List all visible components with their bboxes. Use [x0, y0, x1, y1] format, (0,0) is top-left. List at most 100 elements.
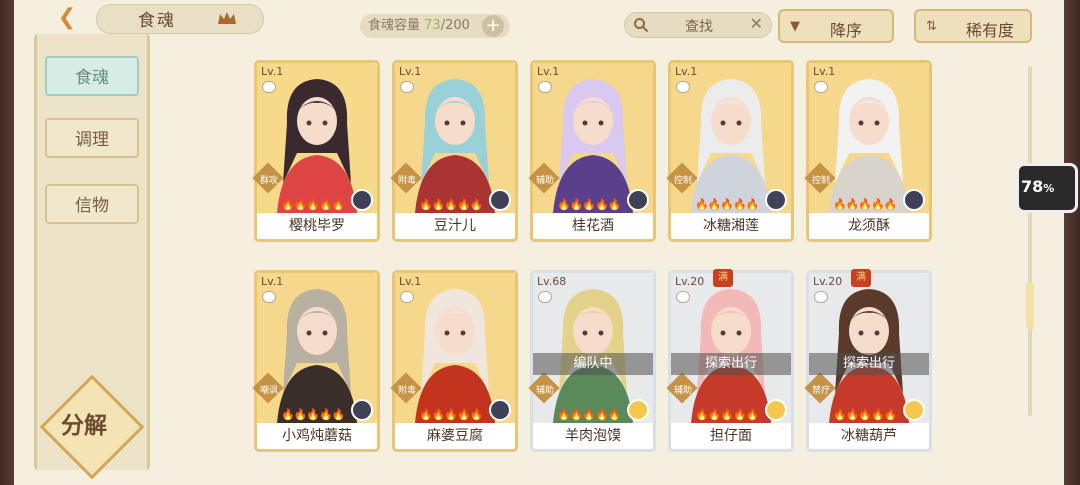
- page-title: 食魂: [138, 11, 176, 31]
- star-rank-icons: 🔥🔥🔥🔥🔥: [557, 408, 621, 421]
- sidebar-item-cultivate[interactable]: 调理: [45, 118, 139, 158]
- role-label: 控制: [673, 176, 692, 186]
- role-label: 辅助: [535, 386, 554, 396]
- swap-icon: ⇅: [926, 19, 937, 34]
- role-label: 附毒: [397, 176, 416, 186]
- food-soul-card[interactable]: Lv.68 辅助 🔥🔥🔥🔥🔥 羊肉泡馍 编队中: [528, 270, 656, 452]
- character-name: 麻婆豆腐: [427, 428, 483, 444]
- scrollbar-thumb[interactable]: [1026, 282, 1034, 330]
- level-label: Lv.1: [261, 275, 284, 288]
- character-name: 担仔面: [710, 428, 752, 444]
- food-soul-card[interactable]: Lv.1 控制 🔥🔥🔥🔥🔥 龙须酥: [804, 60, 932, 242]
- level-label: Lv.1: [261, 65, 284, 78]
- role-label: 辅助: [535, 176, 554, 186]
- screen-edge-left: [0, 0, 14, 485]
- star-rank-icons: 🔥🔥🔥🔥🔥: [557, 198, 621, 211]
- status-badge: 编队中: [533, 353, 653, 375]
- search-input[interactable]: 查找 ✕: [624, 12, 772, 38]
- crown-icon[interactable]: [216, 10, 238, 26]
- back-button[interactable]: ❮: [50, 4, 84, 32]
- level-label: Lv.20: [813, 275, 843, 288]
- star-rank-icons: 🔥🔥🔥🔥🔥: [695, 198, 759, 211]
- character-name: 樱桃毕罗: [289, 218, 345, 234]
- element-icon: [903, 399, 925, 421]
- top-bar: ❮ 食魂 食魂容量 73/200 + 查找 ✕ ▼ 降序 ⇅ 稀有度: [14, 0, 1064, 43]
- element-icon: [489, 399, 511, 421]
- sort-rarity-label: 稀有度: [966, 21, 1015, 40]
- role-label: 嘲讽: [259, 386, 278, 396]
- status-badge: 探索出行: [809, 353, 929, 375]
- role-label: 禁疗: [811, 386, 830, 396]
- star-rank-icons: 🔥🔥🔥🔥🔥: [281, 408, 345, 421]
- lock-icon[interactable]: [400, 81, 414, 93]
- sort-order-button[interactable]: ▼ 降序: [778, 9, 894, 43]
- role-label: 辅助: [673, 386, 692, 396]
- battery-unit: %: [1043, 182, 1055, 195]
- search-placeholder: 查找: [685, 19, 713, 35]
- full-badge: 满: [851, 269, 871, 287]
- lock-icon[interactable]: [262, 81, 276, 93]
- lock-icon[interactable]: [814, 81, 828, 93]
- character-name: 羊肉泡馍: [565, 428, 621, 444]
- food-soul-card[interactable]: Lv.1 群攻 🔥🔥🔥🔥🔥 樱桃毕罗: [252, 60, 380, 242]
- character-name: 桂花酒: [572, 218, 614, 234]
- level-label: Lv.68: [537, 275, 567, 288]
- battery-value: 78: [1021, 177, 1044, 196]
- sidebar-item-tokens[interactable]: 信物: [45, 184, 139, 224]
- food-soul-card[interactable]: Lv.1 控制 🔥🔥🔥🔥🔥 冰糖湘莲: [666, 60, 794, 242]
- star-rank-icons: 🔥🔥🔥🔥🔥: [695, 408, 759, 421]
- sidebar: 食魂 调理 信物 分解: [34, 34, 150, 480]
- element-icon: [765, 189, 787, 211]
- element-icon: [489, 189, 511, 211]
- food-soul-card[interactable]: Lv.1 附毒 🔥🔥🔥🔥🔥 麻婆豆腐: [390, 270, 518, 452]
- search-icon: [634, 18, 649, 33]
- food-soul-card[interactable]: Lv.1 嘲讽 🔥🔥🔥🔥🔥 小鸡炖蘑菇: [252, 270, 380, 452]
- element-icon: [627, 189, 649, 211]
- element-icon: [351, 399, 373, 421]
- food-soul-card[interactable]: Lv.1 辅助 🔥🔥🔥🔥🔥 桂花酒: [528, 60, 656, 242]
- add-capacity-button[interactable]: +: [482, 15, 504, 37]
- character-name: 冰糖湘莲: [703, 218, 759, 234]
- lock-icon[interactable]: [676, 81, 690, 93]
- character-name: 小鸡炖蘑菇: [282, 428, 352, 444]
- level-label: Lv.1: [813, 65, 836, 78]
- lock-icon[interactable]: [538, 81, 552, 93]
- star-rank-icons: 🔥🔥🔥🔥🔥: [833, 198, 897, 211]
- element-icon: [351, 189, 373, 211]
- sort-order-label: 降序: [830, 21, 863, 40]
- triangle-down-icon: ▼: [790, 19, 800, 34]
- food-soul-screen: ❮ 食魂 食魂容量 73/200 + 查找 ✕ ▼ 降序 ⇅ 稀有度 食魂 调理…: [14, 0, 1064, 485]
- decompose-label: 分解: [61, 413, 107, 439]
- level-label: Lv.1: [537, 65, 560, 78]
- element-icon: [765, 399, 787, 421]
- full-badge: 满: [713, 269, 733, 287]
- food-soul-card[interactable]: Lv.1 附毒 🔥🔥🔥🔥🔥 豆汁儿: [390, 60, 518, 242]
- scrollbar[interactable]: [1028, 66, 1032, 416]
- lock-icon[interactable]: [400, 291, 414, 303]
- star-rank-icons: 🔥🔥🔥🔥🔥: [833, 408, 897, 421]
- character-name: 龙须酥: [848, 218, 890, 234]
- level-label: Lv.1: [399, 275, 422, 288]
- sort-rarity-button[interactable]: ⇅ 稀有度: [914, 9, 1032, 43]
- capacity-max: /200: [440, 18, 470, 33]
- character-name: 豆汁儿: [434, 218, 476, 234]
- lock-icon[interactable]: [538, 291, 552, 303]
- capacity-current: 73: [424, 18, 441, 33]
- lock-icon[interactable]: [676, 291, 690, 303]
- element-icon: [903, 189, 925, 211]
- capacity-label: 食魂容量: [368, 18, 421, 33]
- battery-level: 78%: [1021, 177, 1054, 196]
- level-label: Lv.1: [399, 65, 422, 78]
- character-name: 冰糖葫芦: [841, 428, 897, 444]
- screen-edge-right: [1064, 0, 1080, 485]
- clear-icon[interactable]: ✕: [750, 14, 763, 33]
- sidebar-item-food-soul[interactable]: 食魂: [45, 56, 139, 96]
- lock-icon[interactable]: [262, 291, 276, 303]
- role-label: 控制: [811, 176, 830, 186]
- star-rank-icons: 🔥🔥🔥🔥🔥: [281, 198, 345, 211]
- food-soul-card[interactable]: Lv.20 辅助 🔥🔥🔥🔥🔥 担仔面 探索出行 满: [666, 269, 794, 452]
- element-icon: [627, 399, 649, 421]
- lock-icon[interactable]: [814, 291, 828, 303]
- level-label: Lv.20: [675, 275, 705, 288]
- food-soul-card[interactable]: Lv.20 禁疗 🔥🔥🔥🔥🔥 冰糖葫芦 探索出行 满: [804, 269, 932, 452]
